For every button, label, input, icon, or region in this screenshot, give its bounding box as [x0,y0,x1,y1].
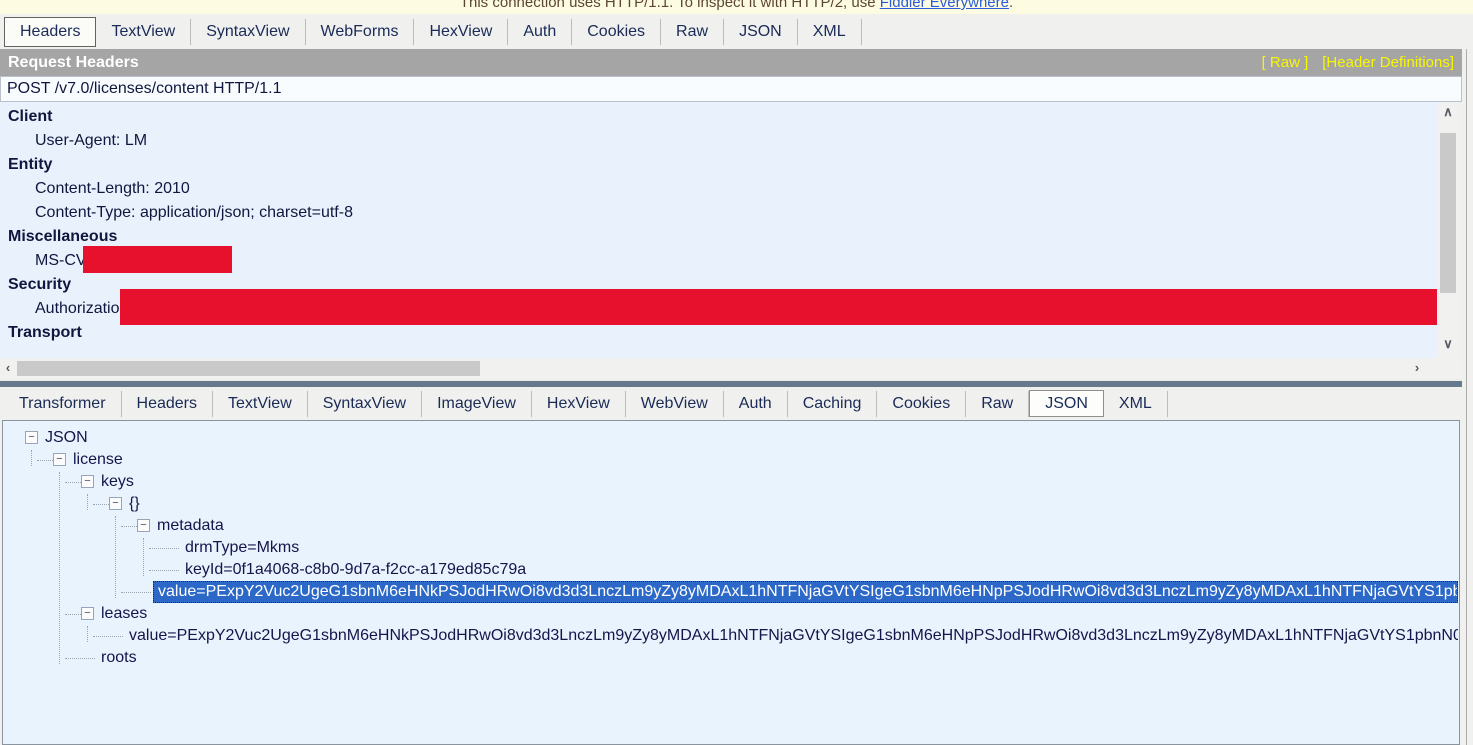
tree-connector [121,526,137,527]
scroll-right-icon[interactable]: › [1409,360,1425,376]
tree-collapse-icon[interactable]: − [53,453,66,466]
tree-row-drmtype[interactable]: drmType=Mkms [3,537,1459,559]
tree-connector [65,658,95,659]
response-tab-textview[interactable]: TextView [213,391,308,417]
tree-node-label: value=PExpY2Vuc2UgeG1sbnM6eHNkPSJodHRwOi… [129,625,1458,647]
tree-node-label: metadata [157,515,224,537]
tree-connector [93,636,123,637]
tree-row-leases-value[interactable]: value=PExpY2Vuc2UgeG1sbnM6eHNkPSJodHRwOi… [3,625,1459,647]
header-entry-content-type: Content-Type: application/json; charset=… [0,201,1437,225]
tree-node-label: leases [101,603,147,625]
tree-connector [121,592,151,593]
request-tab-cookies[interactable]: Cookies [572,19,661,45]
tree-row-json[interactable]: − JSON [3,427,1459,449]
response-tab-hexview[interactable]: HexView [532,391,626,417]
tree-row-leases[interactable]: − leases [3,603,1459,625]
tree-row-keys[interactable]: − keys [3,471,1459,493]
request-tab-auth[interactable]: Auth [508,19,572,45]
headers-vertical-scrollbar[interactable]: ∧ ∨ [1437,102,1459,358]
tree-node-label: value=PExpY2Vuc2UgeG1sbnM6eHNkPSJodHRwOi… [153,581,1458,603]
tree-connector [149,548,179,549]
response-tab-webview[interactable]: WebView [626,391,724,417]
request-tab-headers[interactable]: Headers [4,17,96,47]
tree-row-license[interactable]: − license [3,449,1459,471]
response-tab-syntaxview[interactable]: SyntaxView [308,391,422,417]
tree-collapse-icon[interactable]: − [81,607,94,620]
headers-horizontal-scrollbar[interactable]: ‹ › [0,358,1437,379]
request-line: POST /v7.0/licenses/content HTTP/1.1 [0,76,1462,102]
connection-notice-text: This connection uses HTTP/1.1. To inspec… [460,0,876,11]
tree-connector [93,504,109,505]
header-section-entity: Entity [0,153,1437,177]
request-headers-bar: Request Headers [ Raw ] [Header Definiti… [0,49,1462,76]
request-tab-textview[interactable]: TextView [96,19,191,45]
tree-node-label: JSON [45,427,88,449]
tree-connector [37,460,53,461]
json-tree: − JSON − license − keys − {} − metadata … [3,421,1459,669]
request-tab-xml[interactable]: XML [798,19,862,45]
response-tab-xml[interactable]: XML [1104,391,1168,417]
request-headers-title: Request Headers [8,54,139,72]
tree-collapse-icon[interactable]: − [137,519,150,532]
header-entry-user-agent: User-Agent: LM [0,129,1437,153]
tree-row-roots[interactable]: roots [3,647,1459,669]
response-tab-transformer[interactable]: Transformer [4,391,122,417]
redaction-box-authorization [120,289,1437,325]
response-tab-caching[interactable]: Caching [788,391,878,417]
horizontal-scrollbar-thumb[interactable] [17,361,480,376]
tree-row-object[interactable]: − {} [3,493,1459,515]
scroll-left-icon[interactable]: ‹ [0,360,16,376]
response-tab-imageview[interactable]: ImageView [422,391,532,417]
tree-connector [65,482,81,483]
scroll-up-icon[interactable]: ∧ [1440,104,1456,120]
tree-connector [65,614,81,615]
connection-notice-banner: This connection uses HTTP/1.1. To inspec… [0,0,1473,14]
json-tree-panel: − JSON − license − keys − {} − metadata … [2,420,1460,745]
vertical-scrollbar-thumb[interactable] [1440,133,1456,293]
request-inspector-tabs: Headers TextView SyntaxView WebForms Hex… [0,14,1473,49]
raw-link[interactable]: [ Raw ] [1262,54,1309,71]
tree-node-label: {} [129,493,140,515]
tree-node-label: license [73,449,123,471]
tree-collapse-icon[interactable]: − [109,497,122,510]
request-tab-syntaxview[interactable]: SyntaxView [191,19,305,45]
tree-collapse-icon[interactable]: − [81,475,94,488]
scrollbar-corner [1437,358,1462,379]
header-definitions-link[interactable]: [Header Definitions] [1322,54,1454,71]
tree-row-keys-value[interactable]: value=PExpY2Vuc2UgeG1sbnM6eHNkPSJodHRwOi… [3,581,1459,603]
header-entry-content-length: Content-Length: 2010 [0,177,1437,201]
connection-notice-period: . [1009,0,1013,11]
fiddler-everywhere-link[interactable]: Fiddler Everywhere [880,0,1009,11]
window-edge-line [1466,49,1467,745]
tree-row-metadata[interactable]: − metadata [3,515,1459,537]
request-tab-webforms[interactable]: WebForms [306,19,415,45]
response-inspector-tabs: Transformer Headers TextView SyntaxView … [0,387,1473,420]
request-headers-content: Client User-Agent: LM Entity Content-Len… [0,102,1437,358]
response-tab-raw[interactable]: Raw [966,391,1029,417]
scroll-down-icon[interactable]: ∨ [1440,336,1456,352]
tree-node-label: keys [101,471,134,493]
tree-connector [149,570,179,571]
request-tab-raw[interactable]: Raw [661,19,724,45]
tree-row-keyid[interactable]: keyId=0f1a4068-c8b0-9d7a-f2cc-a179ed85c7… [3,559,1459,581]
request-tab-json[interactable]: JSON [724,19,798,45]
response-tab-auth[interactable]: Auth [724,391,788,417]
header-section-client: Client [0,105,1437,129]
response-tab-headers[interactable]: Headers [122,391,213,417]
request-tab-hexview[interactable]: HexView [414,19,508,45]
redaction-box-ms-cv [83,246,232,273]
tree-node-label: keyId=0f1a4068-c8b0-9d7a-f2cc-a179ed85c7… [185,559,526,581]
response-tab-json[interactable]: JSON [1029,390,1104,417]
response-tab-cookies[interactable]: Cookies [877,391,966,417]
tree-node-label: drmType=Mkms [185,537,299,559]
tree-node-label: roots [101,647,137,669]
tree-collapse-icon[interactable]: − [25,431,38,444]
